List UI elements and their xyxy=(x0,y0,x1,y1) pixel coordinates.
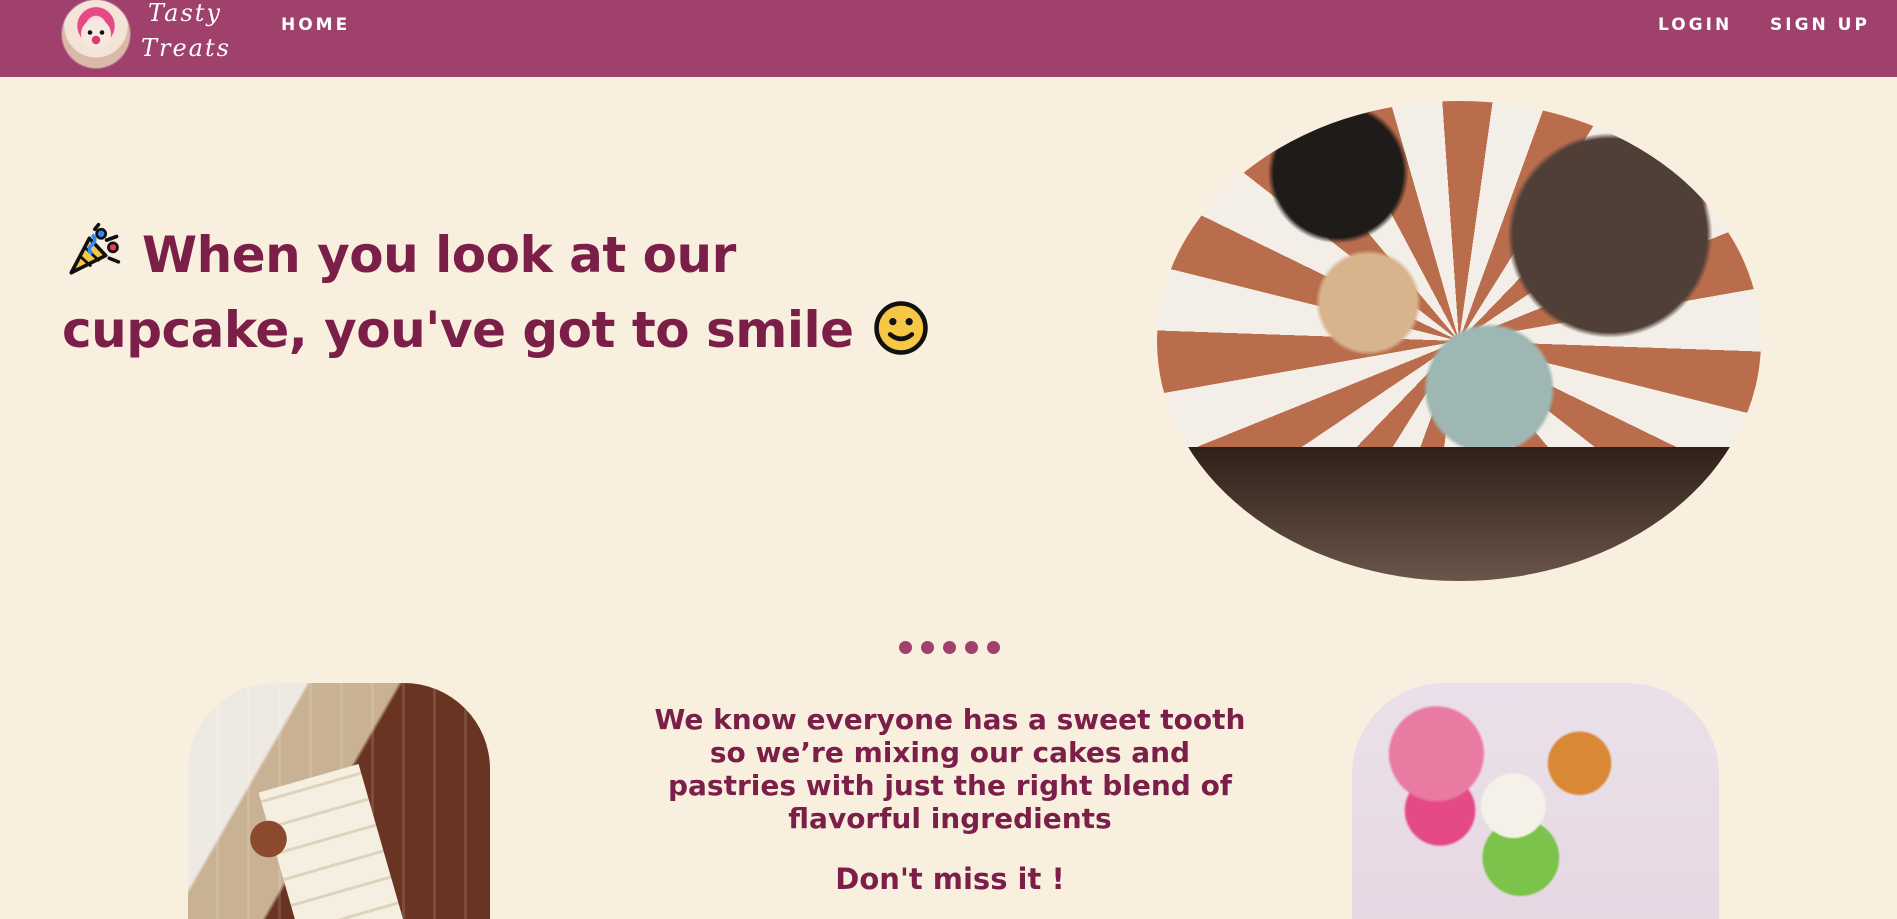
top-navigation: Tasty Treats HOME LOGIN SIGN UP xyxy=(0,0,1897,77)
smiling-face-icon xyxy=(873,301,928,355)
carousel-dot[interactable] xyxy=(899,641,912,654)
carousel-dot[interactable] xyxy=(987,641,1000,654)
carousel-dots xyxy=(899,641,1002,657)
cupcake-logo-icon xyxy=(62,0,130,68)
carousel-dot[interactable] xyxy=(965,641,978,654)
chocolate-bar-photo xyxy=(188,683,490,919)
promo-text: We know everyone has a sweet tooth so we… xyxy=(654,703,1246,835)
carousel-dot[interactable] xyxy=(921,641,934,654)
promo-cta: Don't miss it ! xyxy=(835,862,1065,896)
signup-link[interactable]: SIGN UP xyxy=(1770,15,1870,35)
hero-heading: When you look at our cupcake, you've got… xyxy=(62,218,952,368)
brand-name: Tasty Treats xyxy=(141,0,231,62)
cafe-table-photo xyxy=(1157,101,1761,581)
ice-cream-photo xyxy=(1352,683,1719,919)
hero-title-text: When you look at our cupcake, you've got… xyxy=(62,226,854,359)
carousel-dot[interactable] xyxy=(943,641,956,654)
login-link[interactable]: LOGIN xyxy=(1658,15,1732,35)
party-popper-icon xyxy=(69,222,121,275)
cupcake-face-icon xyxy=(81,19,111,49)
home-link[interactable]: HOME xyxy=(281,15,350,35)
